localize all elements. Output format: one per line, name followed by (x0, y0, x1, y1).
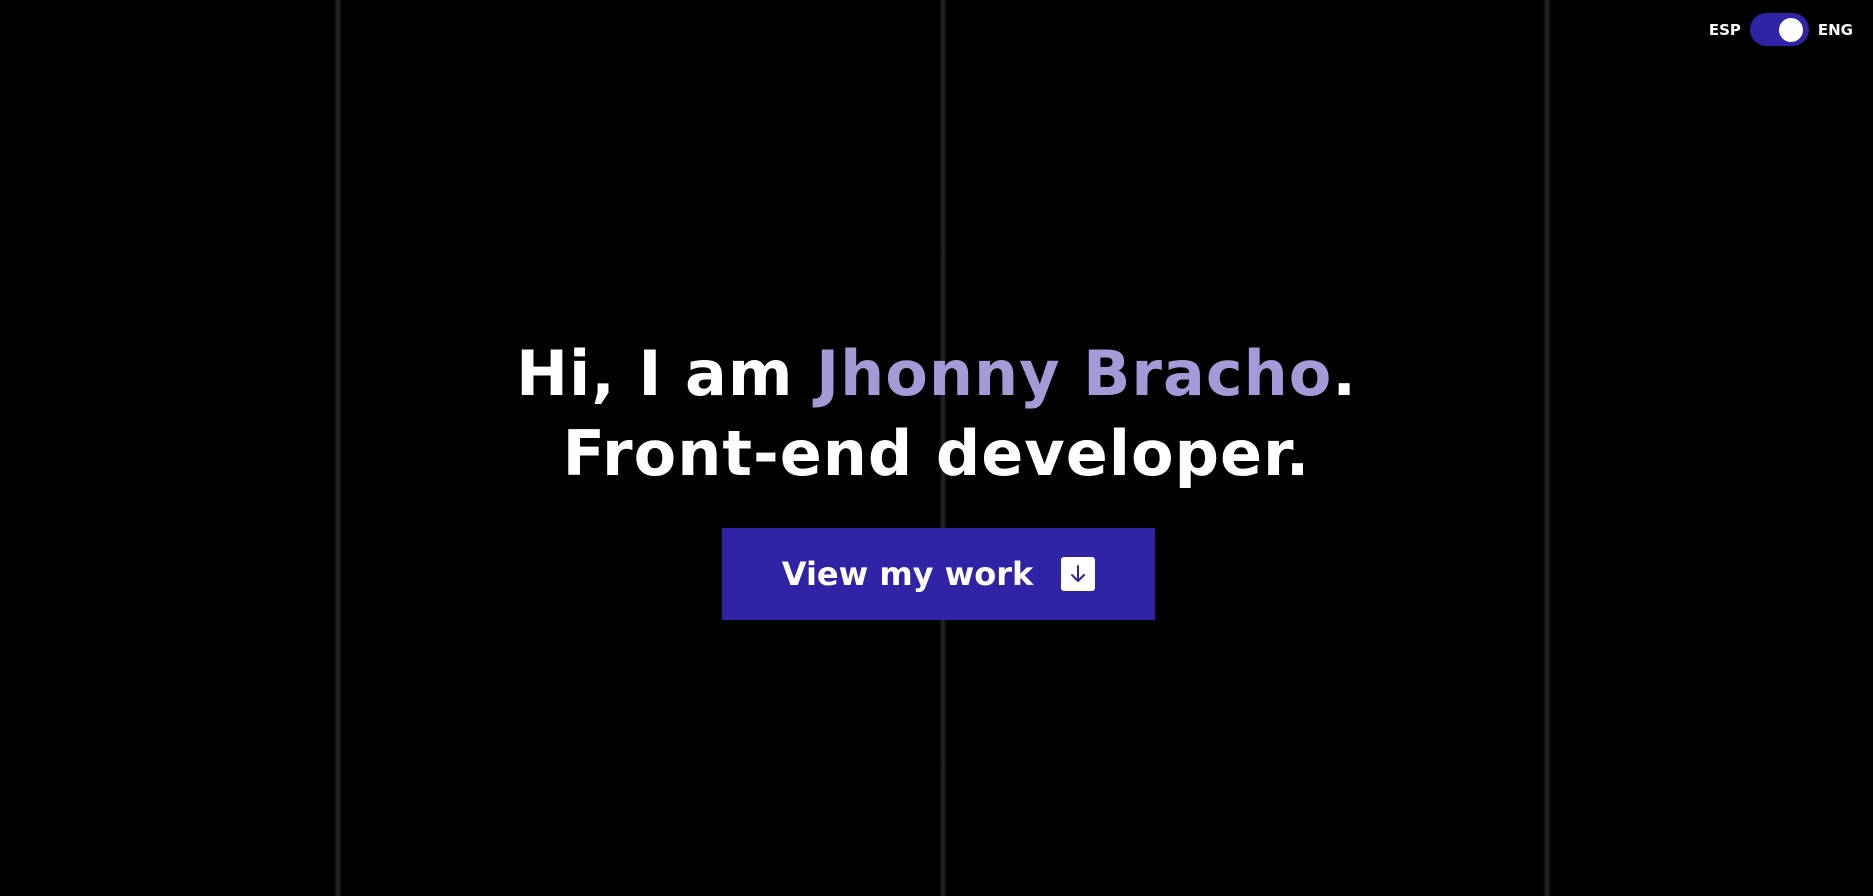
language-toggle[interactable] (1749, 13, 1809, 46)
arrow-down-icon (1061, 557, 1096, 591)
page: ESP ENG Hi, I am Jhonny Bracho. Front-en… (0, 0, 1873, 896)
language-option-esp[interactable]: ESP (1709, 21, 1741, 39)
toggle-knob (1778, 18, 1803, 42)
language-option-eng[interactable]: ENG (1818, 21, 1853, 39)
hero-name-suffix: . (1332, 337, 1357, 410)
hero-greeting: Hi, I am (516, 337, 817, 410)
language-switch: ESP ENG (1709, 13, 1853, 46)
view-my-work-button[interactable]: View my work (722, 528, 1155, 620)
view-my-work-label: View my work (781, 555, 1034, 593)
hero-greeting-line: Hi, I am Jhonny Bracho. (0, 334, 1873, 414)
hero: Hi, I am Jhonny Bracho. Front-end develo… (0, 334, 1873, 494)
hero-role: Front-end developer. (562, 417, 1311, 490)
hero-name: Jhonny Bracho (816, 337, 1333, 410)
